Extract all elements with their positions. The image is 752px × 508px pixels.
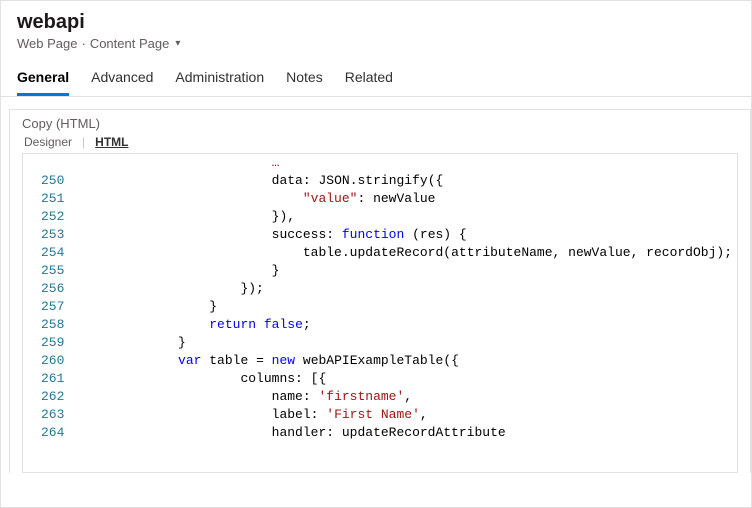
tab-notes[interactable]: Notes bbox=[286, 69, 323, 96]
tab-administration[interactable]: Administration bbox=[175, 69, 264, 96]
code-content[interactable]: success: function (res) { bbox=[74, 226, 737, 244]
code-content[interactable]: … bbox=[74, 154, 737, 172]
code-content[interactable]: data: JSON.stringify({ bbox=[74, 172, 737, 190]
line-number: 259 bbox=[23, 334, 74, 352]
breadcrumb: Web Page · Content Page ▾ bbox=[17, 36, 735, 51]
code-content[interactable]: columns: [{ bbox=[74, 370, 737, 388]
code-line[interactable]: 262 name: 'firstname', bbox=[23, 388, 737, 406]
line-number: 251 bbox=[23, 190, 74, 208]
subtitle-kind: Web Page bbox=[17, 36, 77, 51]
code-content[interactable]: } bbox=[74, 298, 737, 316]
tab-related[interactable]: Related bbox=[345, 69, 393, 96]
line-number: 264 bbox=[23, 424, 74, 442]
html-subtab[interactable]: HTML bbox=[95, 135, 128, 149]
code-line[interactable]: 259 } bbox=[23, 334, 737, 352]
code-line[interactable]: 260 var table = new webAPIExampleTable({ bbox=[23, 352, 737, 370]
code-content[interactable]: } bbox=[74, 334, 737, 352]
editor-subtabs: Designer | HTML bbox=[10, 135, 750, 153]
line-number: 255 bbox=[23, 262, 74, 280]
line-number: 258 bbox=[23, 316, 74, 334]
section-title: Copy (HTML) bbox=[10, 110, 750, 135]
line-number: 262 bbox=[23, 388, 74, 406]
line-number: 253 bbox=[23, 226, 74, 244]
code-content[interactable]: var table = new webAPIExampleTable({ bbox=[74, 352, 737, 370]
line-number: 254 bbox=[23, 244, 74, 262]
dot-separator: · bbox=[81, 36, 85, 51]
code-line[interactable]: 264 handler: updateRecordAttribute bbox=[23, 424, 737, 442]
designer-subtab[interactable]: Designer bbox=[24, 135, 72, 149]
code-line[interactable]: 263 label: 'First Name', bbox=[23, 406, 737, 424]
code-editor[interactable]: …250 data: JSON.stringify({251 "value": … bbox=[22, 153, 738, 473]
chevron-down-icon[interactable]: ▾ bbox=[175, 38, 180, 49]
code-line[interactable]: 250 data: JSON.stringify({ bbox=[23, 172, 737, 190]
code-line[interactable]: … bbox=[23, 154, 737, 172]
code-content[interactable]: label: 'First Name', bbox=[74, 406, 737, 424]
line-number bbox=[23, 154, 74, 172]
line-number: 250 bbox=[23, 172, 74, 190]
code-content[interactable]: name: 'firstname', bbox=[74, 388, 737, 406]
code-content[interactable]: return false; bbox=[74, 316, 737, 334]
tab-advanced[interactable]: Advanced bbox=[91, 69, 153, 96]
code-content[interactable]: } bbox=[74, 262, 737, 280]
line-number: 257 bbox=[23, 298, 74, 316]
code-line[interactable]: 253 success: function (res) { bbox=[23, 226, 737, 244]
subtab-divider: | bbox=[82, 135, 85, 149]
code-line[interactable]: 254 table.updateRecord(attributeName, ne… bbox=[23, 244, 737, 262]
code-line[interactable]: 257 } bbox=[23, 298, 737, 316]
line-number: 256 bbox=[23, 280, 74, 298]
line-number: 260 bbox=[23, 352, 74, 370]
main-tabs: General Advanced Administration Notes Relate… bbox=[1, 51, 751, 97]
code-content[interactable]: }), bbox=[74, 208, 737, 226]
code-content[interactable]: }); bbox=[74, 280, 737, 298]
copy-html-section: Copy (HTML) Designer | HTML …250 data: J… bbox=[9, 109, 751, 473]
line-number: 263 bbox=[23, 406, 74, 424]
code-line[interactable]: 258 return false; bbox=[23, 316, 737, 334]
code-content[interactable]: "value": newValue bbox=[74, 190, 737, 208]
code-line[interactable]: 251 "value": newValue bbox=[23, 190, 737, 208]
line-number: 261 bbox=[23, 370, 74, 388]
page-title: webapi bbox=[17, 11, 735, 34]
subtitle-template[interactable]: Content Page bbox=[90, 36, 170, 51]
code-content[interactable]: table.updateRecord(attributeName, newVal… bbox=[74, 244, 737, 262]
code-line[interactable]: 252 }), bbox=[23, 208, 737, 226]
code-line[interactable]: 261 columns: [{ bbox=[23, 370, 737, 388]
code-content[interactable]: handler: updateRecordAttribute bbox=[74, 424, 737, 442]
tab-general[interactable]: General bbox=[17, 69, 69, 96]
code-line[interactable]: 256 }); bbox=[23, 280, 737, 298]
code-line[interactable]: 255 } bbox=[23, 262, 737, 280]
line-number: 252 bbox=[23, 208, 74, 226]
